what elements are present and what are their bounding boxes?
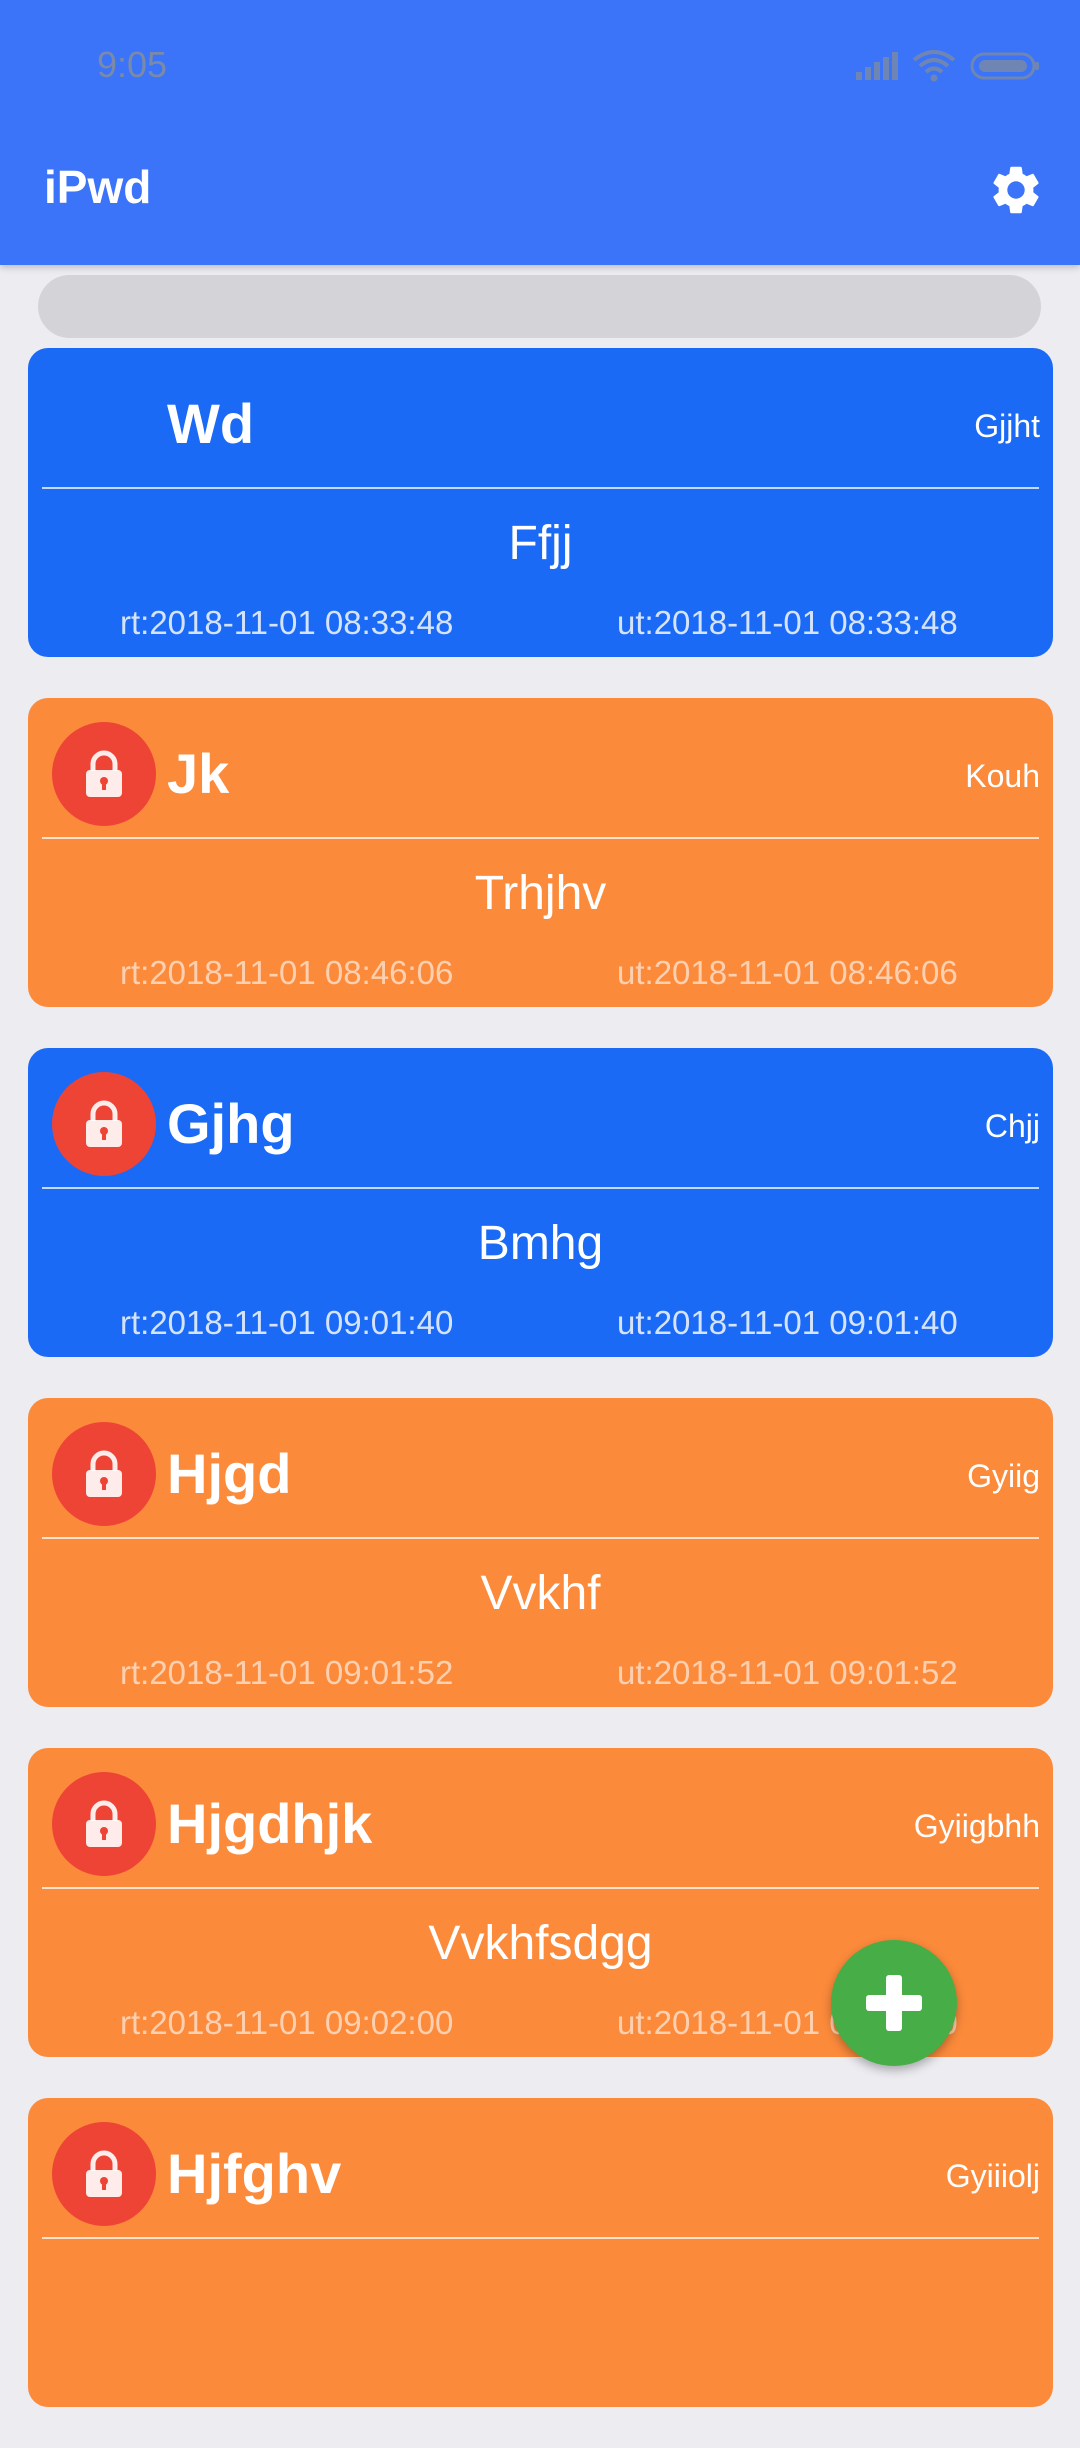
entry-created-time: rt:2018-11-01 08:33:48 (120, 604, 454, 641)
status-bar: 9:05 (0, 0, 1080, 130)
search-input[interactable] (38, 275, 1041, 338)
settings-button[interactable] (984, 158, 1048, 222)
entry-updated-time: ut:2018-11-01 08:33:48 (617, 604, 958, 641)
password-entry-card[interactable]: Hjfghv Gyiiiolj (28, 2098, 1053, 2407)
entry-tag: Gyiig (967, 1458, 1040, 1494)
divider (42, 1537, 1039, 1539)
lock-icon (52, 722, 156, 826)
entry-created-time: rt:2018-11-01 08:46:06 (120, 954, 454, 991)
entry-updated-time: ut:2018-11-01 09:01:40 (617, 1304, 958, 1341)
entry-created-time: rt:2018-11-01 09:01:40 (120, 1304, 454, 1341)
entry-title: Jk (167, 742, 230, 805)
entry-created-time: rt:2018-11-01 09:02:00 (120, 2004, 454, 2041)
lock-icon (52, 1422, 156, 1526)
entry-title: Hjgdhjk (167, 1792, 373, 1855)
entry-title: Gjhg (167, 1092, 295, 1155)
app-title: iPwd (44, 161, 152, 213)
divider (42, 837, 1039, 839)
divider (42, 487, 1039, 489)
entry-title: Wd (167, 392, 255, 455)
entry-tag: Gjjht (974, 408, 1040, 444)
entry-updated-time: ut:2018-11-01 08:46:06 (617, 954, 958, 991)
entry-subtitle: Trhjhv (474, 867, 607, 920)
entry-updated-time: ut:2018-11-01 09:01:52 (617, 1654, 958, 1691)
divider (42, 2237, 1039, 2239)
entry-title: Hjfghv (167, 2142, 342, 2205)
entry-subtitle: Bmhg (477, 1217, 604, 1270)
lock-icon (52, 2122, 156, 2226)
entry-title: Hjgd (167, 1442, 292, 1505)
divider (42, 1887, 1039, 1889)
entry-tag: Kouh (965, 758, 1040, 794)
signal-icon (856, 52, 898, 85)
entry-subtitle: Ffjj (508, 517, 573, 570)
entry-tag: Gyiiiolj (945, 2158, 1040, 2194)
app-bar: 9:05 iPwd (0, 0, 1080, 265)
wifi-icon (912, 50, 956, 87)
divider (42, 1187, 1039, 1189)
status-icons (856, 50, 1040, 87)
lock-icon (52, 1772, 156, 1876)
add-entry-button[interactable] (831, 1940, 957, 2066)
entry-subtitle: Vvkhf (480, 1567, 601, 1620)
password-entry-card[interactable]: Hjgd Gyiig Vvkhf rt:2018-11-01 09:01:52 ut:2… (28, 1398, 1053, 1707)
entry-created-time: rt:2018-11-01 09:01:52 (120, 1654, 454, 1691)
password-entry-card[interactable]: Gjhg Chjj Bmhg rt:2018-11-01 09:01:40 ut:201… (28, 1048, 1053, 1357)
lock-icon (52, 1072, 156, 1176)
plus-icon (866, 1975, 922, 2031)
entry-tag: Gyiigbhh (913, 1808, 1040, 1844)
entry-tag: Chjj (984, 1108, 1040, 1144)
password-entry-card[interactable]: Jk Kouh Trhjhv rt:2018-11-01 08:46:06 ut:201… (28, 698, 1053, 1007)
password-entry-card[interactable]: Wd Gjjht Ffjj rt:2018-11-01 08:33:48 ut:2018… (28, 348, 1053, 657)
gear-icon (993, 166, 1039, 214)
battery-icon (970, 51, 1040, 86)
status-time: 9:05 (97, 44, 168, 85)
password-list: Wd Gjjht Ffjj rt:2018-11-01 08:33:48 ut:2018… (28, 348, 1053, 2448)
